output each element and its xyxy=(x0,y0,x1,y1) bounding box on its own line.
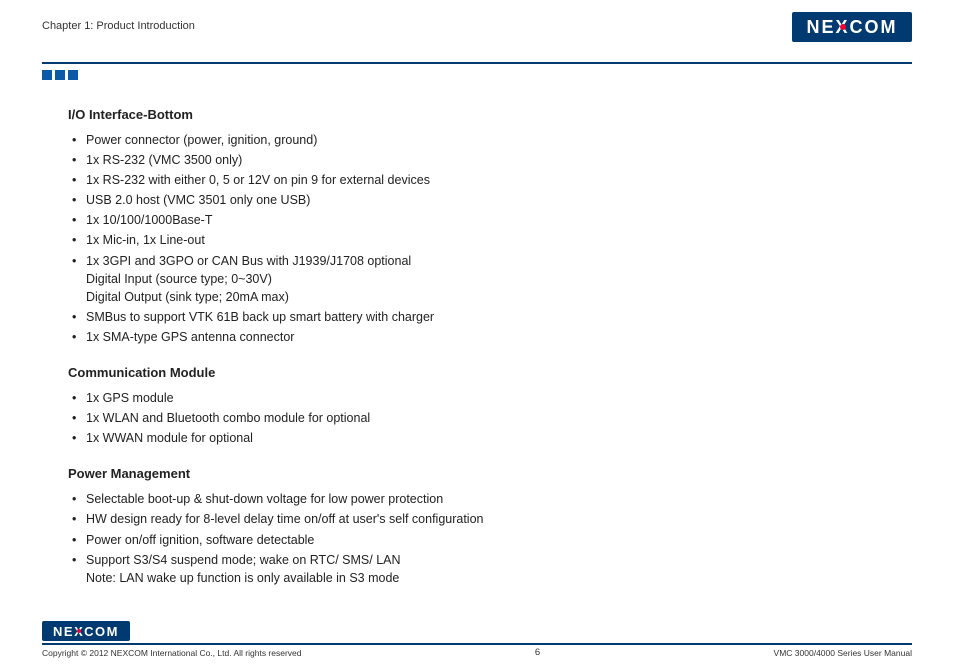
brand-x: X xyxy=(74,624,84,639)
list-item: 1x SMA-type GPS antenna connector xyxy=(72,328,912,346)
section-heading: I/O Interface-Bottom xyxy=(68,106,912,125)
list-item: 1x WWAN module for optional xyxy=(72,429,912,447)
list-item-text: Support S3/S4 suspend mode; wake on RTC/… xyxy=(86,553,401,567)
list-item-subtext: Note: LAN wake up function is only avail… xyxy=(86,569,912,587)
list-item-text: 1x SMA-type GPS antenna connector xyxy=(86,330,294,344)
brand-logo-text: NEXCOM xyxy=(53,624,119,639)
list-item: Power on/off ignition, software detectab… xyxy=(72,531,912,549)
chapter-title: Chapter 1: Product Introduction xyxy=(42,18,912,32)
list-item-text: Selectable boot-up & shut-down voltage f… xyxy=(86,492,443,506)
brand-right: COM xyxy=(850,17,898,38)
list-item-subtext: Digital Input (source type; 0~30V) xyxy=(86,270,912,288)
spec-list: Power connector (power, ignition, ground… xyxy=(68,131,912,346)
footer-rule xyxy=(42,643,912,645)
list-item: 1x 10/100/1000Base-T xyxy=(72,211,912,229)
section-io-interface: I/O Interface-Bottom Power connector (po… xyxy=(68,106,912,346)
brand-logo-text: NEXCOM xyxy=(806,17,897,38)
decorative-squares xyxy=(42,70,912,80)
list-item-text: 1x Mic-in, 1x Line-out xyxy=(86,233,205,247)
list-item-subtext: Digital Output (sink type; 20mA max) xyxy=(86,288,912,306)
list-item-text: 1x 10/100/1000Base-T xyxy=(86,213,212,227)
list-item: 1x WLAN and Bluetooth combo module for o… xyxy=(72,409,912,427)
list-item-text: 1x GPS module xyxy=(86,391,174,405)
brand-left: NE xyxy=(53,624,74,639)
list-item: Selectable boot-up & shut-down voltage f… xyxy=(72,490,912,508)
section-heading: Power Management xyxy=(68,465,912,484)
list-item-text: HW design ready for 8-level delay time o… xyxy=(86,512,484,526)
page: Chapter 1: Product Introduction NEXCOM I… xyxy=(0,0,954,672)
page-number: 6 xyxy=(535,647,540,658)
content-area: I/O Interface-Bottom Power connector (po… xyxy=(42,80,912,587)
section-heading: Communication Module xyxy=(68,364,912,383)
list-item: Support S3/S4 suspend mode; wake on RTC/… xyxy=(72,551,912,587)
manual-title: VMC 3000/4000 Series User Manual xyxy=(774,648,912,658)
square-icon xyxy=(68,70,78,80)
spec-list: 1x GPS module 1x WLAN and Bluetooth comb… xyxy=(68,389,912,447)
list-item-text: 1x RS-232 with either 0, 5 or 12V on pin… xyxy=(86,173,430,187)
list-item-text: 1x WWAN module for optional xyxy=(86,431,253,445)
section-power-management: Power Management Selectable boot-up & sh… xyxy=(68,465,912,586)
footer-row: Copyright © 2012 NEXCOM International Co… xyxy=(42,647,912,658)
brand-x: X xyxy=(836,17,850,38)
page-footer: NEXCOM Copyright © 2012 NEXCOM Internati… xyxy=(42,621,912,658)
brand-left: NE xyxy=(806,17,835,38)
list-item: 1x GPS module xyxy=(72,389,912,407)
list-item: USB 2.0 host (VMC 3501 only one USB) xyxy=(72,191,912,209)
list-item: 1x RS-232 (VMC 3500 only) xyxy=(72,151,912,169)
square-icon xyxy=(55,70,65,80)
page-header: Chapter 1: Product Introduction NEXCOM xyxy=(42,18,912,56)
list-item-text: 1x WLAN and Bluetooth combo module for o… xyxy=(86,411,370,425)
section-communication-module: Communication Module 1x GPS module 1x WL… xyxy=(68,364,912,447)
list-item-text: 1x 3GPI and 3GPO or CAN Bus with J1939/J… xyxy=(86,254,411,268)
list-item-text: USB 2.0 host (VMC 3501 only one USB) xyxy=(86,193,310,207)
list-item-text: SMBus to support VTK 61B back up smart b… xyxy=(86,310,434,324)
list-item: Power connector (power, ignition, ground… xyxy=(72,131,912,149)
list-item-text: Power on/off ignition, software detectab… xyxy=(86,533,314,547)
list-item-text: Power connector (power, ignition, ground… xyxy=(86,133,317,147)
spec-list: Selectable boot-up & shut-down voltage f… xyxy=(68,490,912,587)
square-icon xyxy=(42,70,52,80)
copyright-text: Copyright © 2012 NEXCOM International Co… xyxy=(42,648,302,658)
header-rule xyxy=(42,62,912,64)
list-item: HW design ready for 8-level delay time o… xyxy=(72,510,912,528)
brand-logo-bottom: NEXCOM xyxy=(42,621,130,641)
list-item: 1x Mic-in, 1x Line-out xyxy=(72,231,912,249)
list-item: 1x 3GPI and 3GPO or CAN Bus with J1939/J… xyxy=(72,252,912,306)
list-item: 1x RS-232 with either 0, 5 or 12V on pin… xyxy=(72,171,912,189)
brand-logo-top: NEXCOM xyxy=(792,12,912,42)
list-item-text: 1x RS-232 (VMC 3500 only) xyxy=(86,153,242,167)
brand-right: COM xyxy=(84,624,119,639)
list-item: SMBus to support VTK 61B back up smart b… xyxy=(72,308,912,326)
